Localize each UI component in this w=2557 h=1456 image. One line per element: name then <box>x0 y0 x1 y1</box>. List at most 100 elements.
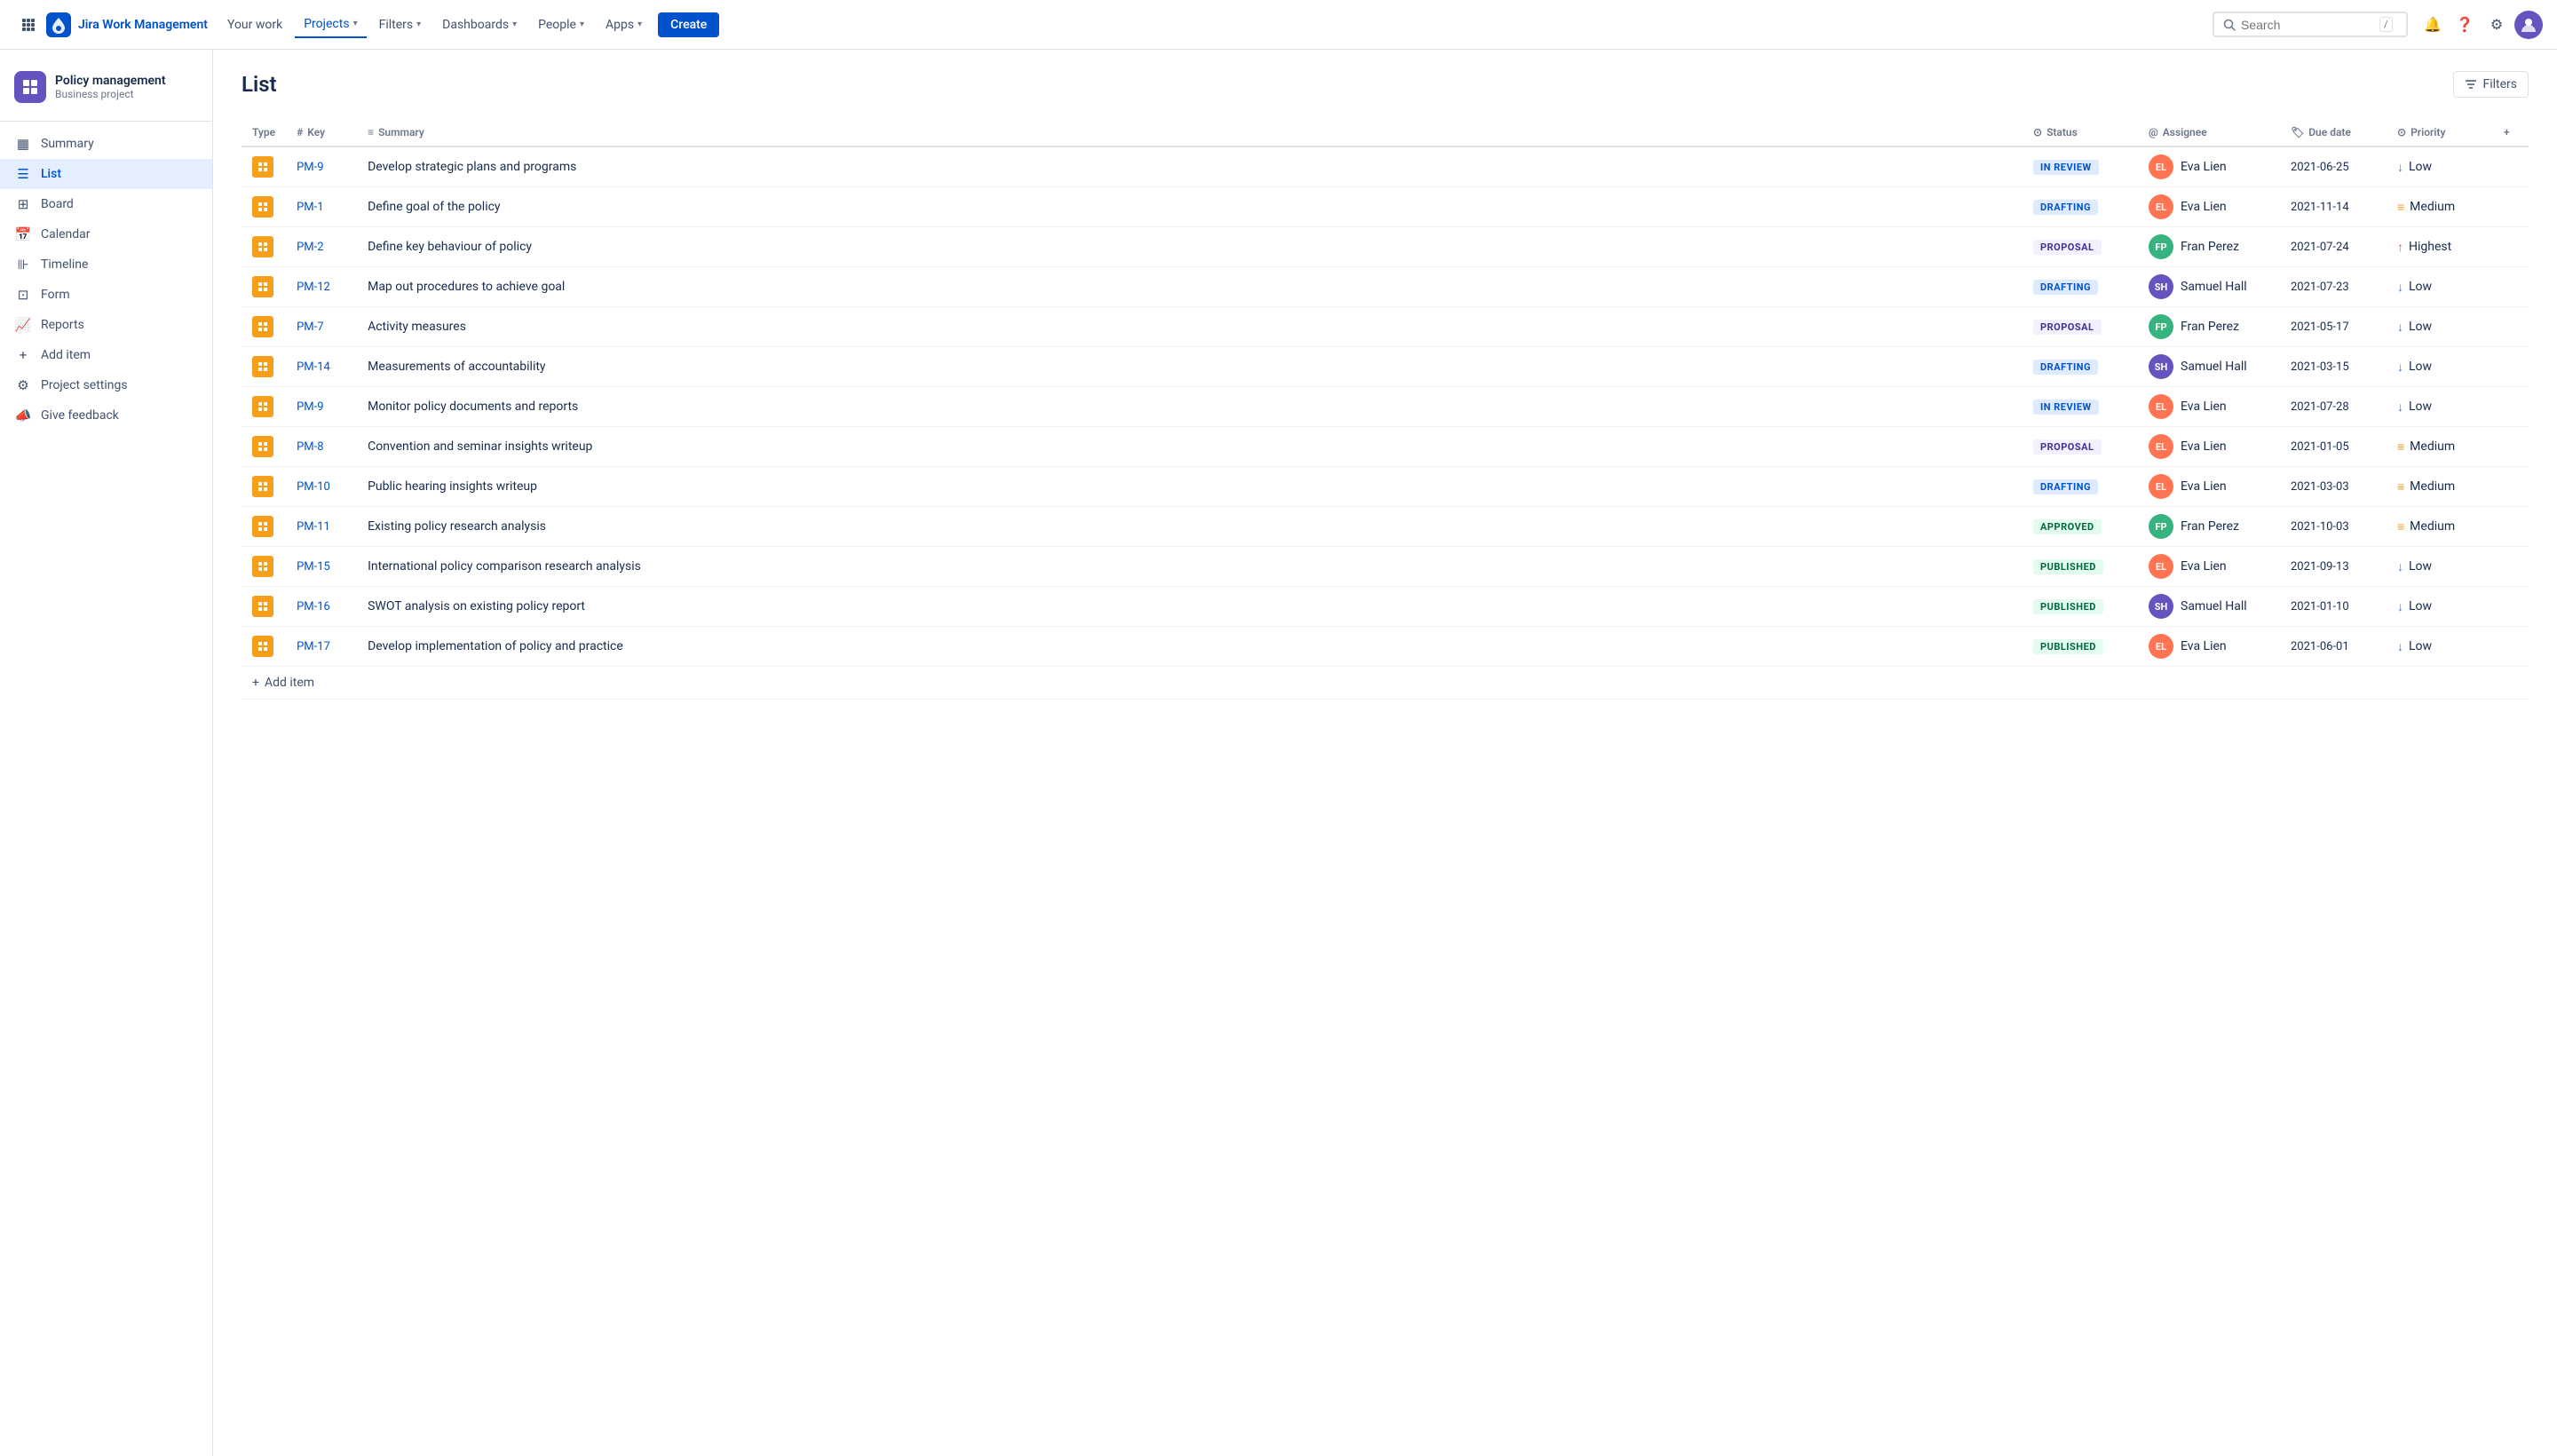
type-icon-1 <box>252 196 273 218</box>
table-row[interactable]: PM-14 Measurements of accountability DRA… <box>241 347 2529 387</box>
sidebar-item-give-feedback[interactable]: 📣 Give feedback <box>0 400 212 431</box>
cell-priority-12: ↓ Low <box>2387 627 2493 667</box>
issue-key-link-0[interactable]: PM-9 <box>297 161 323 174</box>
issue-key-link-12[interactable]: PM-17 <box>297 640 330 653</box>
cell-key-10[interactable]: PM-15 <box>286 547 357 587</box>
nav-projects[interactable]: Projects ▾ <box>295 12 366 38</box>
table-row[interactable]: PM-1 Define goal of the policy DRAFTING … <box>241 187 2529 227</box>
assignee-avatar-0: EL <box>2149 154 2173 179</box>
cell-key-11[interactable]: PM-16 <box>286 587 357 627</box>
cell-status-4[interactable]: PROPOSAL <box>2023 307 2138 347</box>
issue-key-link-3[interactable]: PM-12 <box>297 281 330 294</box>
user-avatar-button[interactable] <box>2514 11 2543 39</box>
issue-key-link-8[interactable]: PM-10 <box>297 480 330 494</box>
table-row[interactable]: PM-16 SWOT analysis on existing policy r… <box>241 587 2529 627</box>
nav-people[interactable]: People ▾ <box>529 12 593 37</box>
cell-status-11[interactable]: PUBLISHED <box>2023 587 2138 627</box>
col-header-summary: ≡ Summary <box>357 119 2023 146</box>
sidebar-item-add-item[interactable]: + Add item <box>0 340 212 370</box>
table-row[interactable]: PM-15 International policy comparison re… <box>241 547 2529 587</box>
cell-summary-8: Public hearing insights writeup <box>357 467 2023 507</box>
issue-key-link-2[interactable]: PM-2 <box>297 241 323 254</box>
search-box[interactable]: / <box>2213 12 2408 37</box>
cell-status-9[interactable]: APPROVED <box>2023 507 2138 547</box>
table-row[interactable]: PM-9 Develop strategic plans and program… <box>241 146 2529 187</box>
cell-key-12[interactable]: PM-17 <box>286 627 357 667</box>
assignee-avatar-2: FP <box>2149 234 2173 259</box>
add-item-button[interactable]: + Add item <box>252 676 2518 690</box>
sidebar-item-project-settings[interactable]: ⚙ Project settings <box>0 370 212 400</box>
table-row[interactable]: PM-2 Define key behaviour of policy PROP… <box>241 227 2529 267</box>
status-badge-9: APPROVED <box>2033 519 2102 534</box>
add-item-cell[interactable]: + Add item <box>241 667 2529 700</box>
assignee-avatar-6: EL <box>2149 394 2173 419</box>
table-row[interactable]: PM-8 Convention and seminar insights wri… <box>241 427 2529 467</box>
cell-key-5[interactable]: PM-14 <box>286 347 357 387</box>
table-row[interactable]: PM-11 Existing policy research analysis … <box>241 507 2529 547</box>
cell-key-0[interactable]: PM-9 <box>286 146 357 187</box>
sidebar-item-timeline[interactable]: ⊪ Timeline <box>0 249 212 280</box>
cell-key-6[interactable]: PM-9 <box>286 387 357 427</box>
cell-status-7[interactable]: PROPOSAL <box>2023 427 2138 467</box>
assignee-cell-4: FP Fran Perez <box>2149 314 2269 339</box>
priority-icon-7: ≡ <box>2397 439 2404 455</box>
cell-status-0[interactable]: IN REVIEW <box>2023 146 2138 187</box>
sidebar-item-summary[interactable]: ▦ Summary <box>0 129 212 159</box>
cell-status-10[interactable]: PUBLISHED <box>2023 547 2138 587</box>
table-row[interactable]: PM-9 Monitor policy documents and report… <box>241 387 2529 427</box>
cell-key-8[interactable]: PM-10 <box>286 467 357 507</box>
nav-apps[interactable]: Apps ▾ <box>597 12 651 37</box>
create-button[interactable]: Create <box>658 12 719 37</box>
cell-key-2[interactable]: PM-2 <box>286 227 357 267</box>
issue-key-link-1[interactable]: PM-1 <box>297 201 323 214</box>
cell-status-1[interactable]: DRAFTING <box>2023 187 2138 227</box>
search-input[interactable] <box>2241 18 2374 32</box>
apps-grid-icon[interactable] <box>14 11 43 39</box>
issue-key-link-11[interactable]: PM-16 <box>297 600 330 613</box>
col-header-status: ⊙ Status <box>2023 119 2138 146</box>
cell-duedate-7: 2021-01-05 <box>2280 427 2387 467</box>
table-row[interactable]: PM-12 Map out procedures to achieve goal… <box>241 267 2529 307</box>
issue-key-link-10[interactable]: PM-15 <box>297 560 330 574</box>
cell-key-3[interactable]: PM-12 <box>286 267 357 307</box>
sidebar-item-board[interactable]: ⊞ Board <box>0 189 212 219</box>
cell-status-6[interactable]: IN REVIEW <box>2023 387 2138 427</box>
col-header-add[interactable]: + <box>2493 119 2529 146</box>
settings-button[interactable]: ⚙ <box>2482 11 2511 39</box>
nav-filters[interactable]: Filters ▾ <box>370 12 431 37</box>
cell-key-7[interactable]: PM-8 <box>286 427 357 467</box>
table-row[interactable]: PM-10 Public hearing insights writeup DR… <box>241 467 2529 507</box>
grid-menu-button[interactable] <box>14 11 43 39</box>
add-item-row[interactable]: + Add item <box>241 667 2529 700</box>
search-icon <box>2223 19 2236 31</box>
issue-key-link-6[interactable]: PM-9 <box>297 400 323 414</box>
issue-key-link-9[interactable]: PM-11 <box>297 520 330 534</box>
table-row[interactable]: PM-17 Develop implementation of policy a… <box>241 627 2529 667</box>
cell-key-4[interactable]: PM-7 <box>286 307 357 347</box>
cell-assignee-9: FP Fran Perez <box>2138 507 2280 547</box>
cell-key-9[interactable]: PM-11 <box>286 507 357 547</box>
issue-key-link-7[interactable]: PM-8 <box>297 440 323 454</box>
cell-status-8[interactable]: DRAFTING <box>2023 467 2138 507</box>
nav-dashboards[interactable]: Dashboards ▾ <box>433 12 526 37</box>
notifications-button[interactable]: 🔔 <box>2418 11 2447 39</box>
sidebar-item-list[interactable]: ☰ List <box>0 159 212 189</box>
cell-status-5[interactable]: DRAFTING <box>2023 347 2138 387</box>
cell-status-12[interactable]: PUBLISHED <box>2023 627 2138 667</box>
issue-key-link-4[interactable]: PM-7 <box>297 320 323 334</box>
filters-button[interactable]: Filters <box>2453 71 2529 98</box>
logo-link[interactable]: Jira Work Management <box>46 12 208 37</box>
table-row[interactable]: PM-7 Activity measures PROPOSAL FP Fran … <box>241 307 2529 347</box>
sidebar-item-calendar[interactable]: 📅 Calendar <box>0 219 212 249</box>
nav-your-work[interactable]: Your work <box>218 12 291 37</box>
type-icon-9 <box>252 516 273 537</box>
col-header-type: Type <box>241 119 286 146</box>
cell-status-3[interactable]: DRAFTING <box>2023 267 2138 307</box>
sidebar-item-reports[interactable]: 📈 Reports <box>0 310 212 340</box>
sidebar-item-form[interactable]: ⊡ Form <box>0 280 212 310</box>
assignee-avatar-4: FP <box>2149 314 2173 339</box>
cell-status-2[interactable]: PROPOSAL <box>2023 227 2138 267</box>
issue-key-link-5[interactable]: PM-14 <box>297 360 330 374</box>
help-button[interactable]: ❓ <box>2450 11 2479 39</box>
cell-key-1[interactable]: PM-1 <box>286 187 357 227</box>
